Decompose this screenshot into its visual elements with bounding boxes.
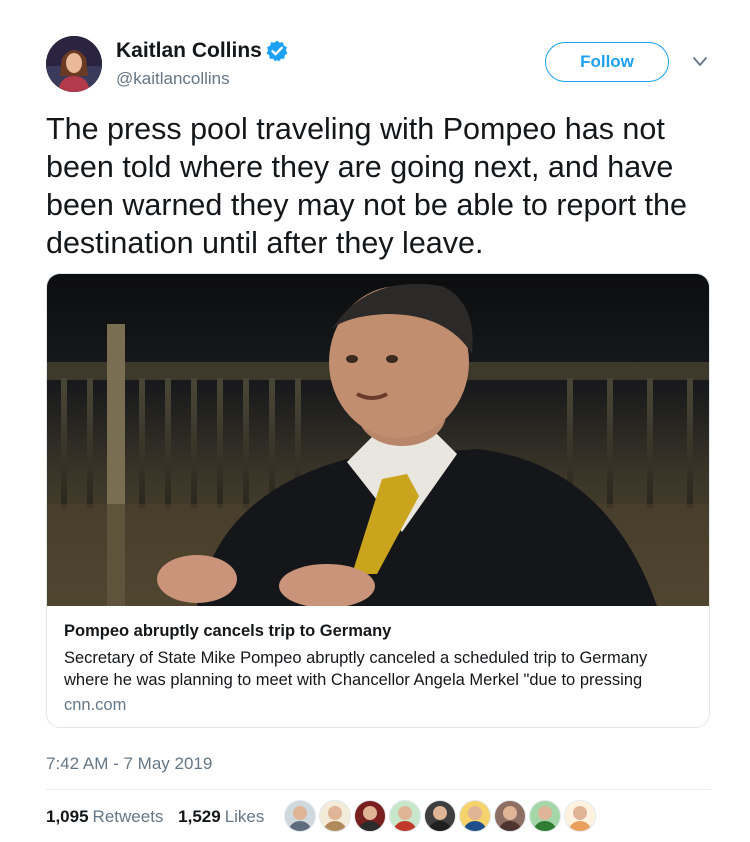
liker-body [568, 821, 592, 831]
card-description: Secretary of State Mike Pompeo abruptly … [64, 649, 648, 689]
retweets-label: Retweets [92, 807, 164, 826]
liker-face [503, 806, 517, 820]
liker-avatar[interactable] [494, 800, 526, 832]
liker-face [468, 806, 482, 820]
liker-body [463, 821, 487, 831]
liker-face [293, 806, 307, 820]
liker-face [398, 806, 412, 820]
likes-stat[interactable]: 1,529 Likes [178, 806, 264, 828]
liker-body [533, 821, 557, 831]
retweets-stat[interactable]: 1,095 Retweets [46, 806, 163, 828]
liker-avatar[interactable] [319, 800, 351, 832]
author-name[interactable]: Kaitlan Collins [116, 38, 262, 64]
liker-face [363, 806, 377, 820]
author-handle[interactable]: @kaitlancollins [116, 68, 230, 90]
engagement-stats: 1,095 Retweets 1,529 Likes [46, 806, 274, 828]
liker-face [573, 806, 587, 820]
likes-count: 1,529 [178, 807, 221, 826]
liker-avatar[interactable] [354, 800, 386, 832]
liker-body [323, 821, 347, 831]
liker-body [498, 821, 522, 831]
liker-avatar[interactable] [459, 800, 491, 832]
author-avatar[interactable] [46, 36, 102, 92]
liker-face [328, 806, 342, 820]
liker-avatar[interactable] [529, 800, 561, 832]
liker-face [538, 806, 552, 820]
liker-avatar[interactable] [424, 800, 456, 832]
card-domain: cnn.com [64, 696, 127, 714]
card-title[interactable]: Pompeo abruptly cancels trip to Germany [64, 620, 391, 642]
liker-face [433, 806, 447, 820]
liker-avatar[interactable] [564, 800, 596, 832]
liker-avatar[interactable] [389, 800, 421, 832]
card-image [47, 274, 709, 606]
liker-body [428, 821, 452, 831]
liker-body [393, 821, 417, 831]
link-card[interactable]: Pompeo abruptly cancels trip to Germany … [46, 273, 710, 728]
liker-body [288, 821, 312, 831]
verified-badge-icon [266, 40, 288, 62]
liker-avatars [284, 800, 599, 832]
chevron-down-icon[interactable] [692, 56, 708, 68]
liker-body [358, 821, 382, 831]
liker-avatar[interactable] [284, 800, 316, 832]
tweet-text: The press pool traveling with Pompeo has… [46, 112, 687, 260]
follow-button[interactable]: Follow [545, 42, 669, 82]
retweets-count: 1,095 [46, 807, 89, 826]
tweet-timestamp[interactable]: 7:42 AM - 7 May 2019 [46, 753, 212, 775]
stats-divider-top [46, 789, 710, 790]
likes-label: Likes [224, 807, 265, 826]
